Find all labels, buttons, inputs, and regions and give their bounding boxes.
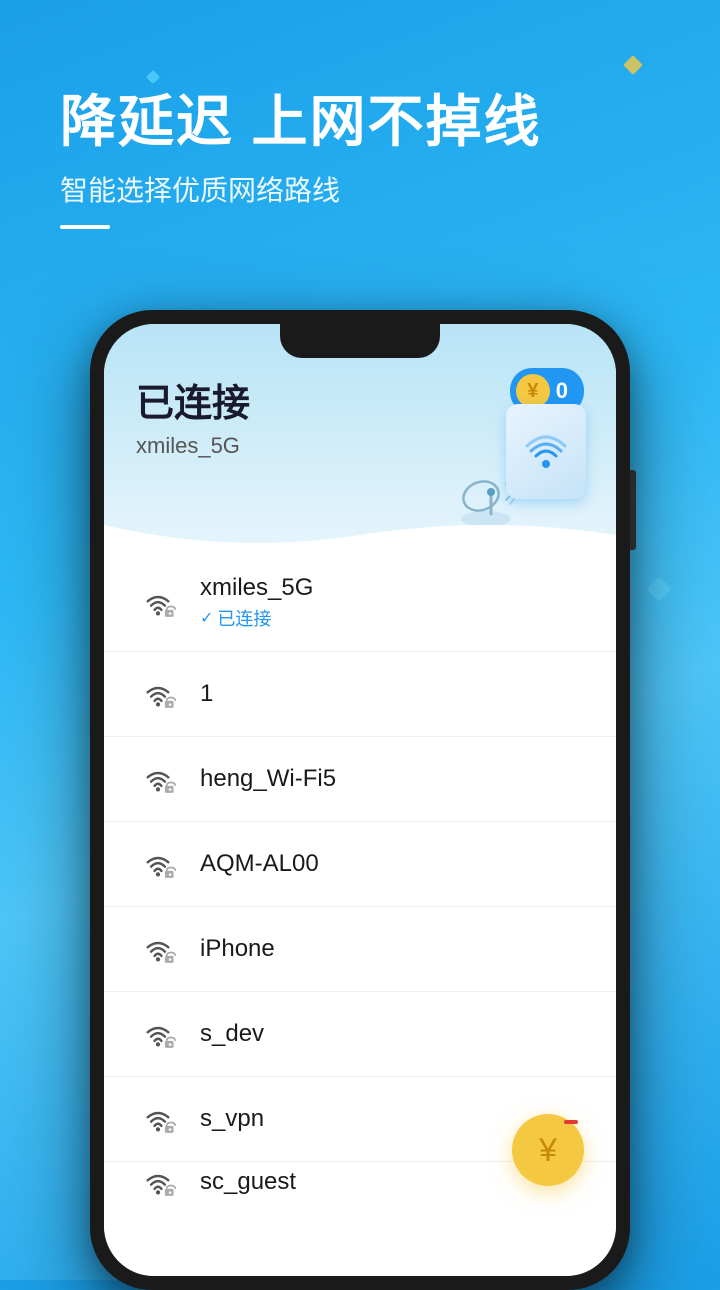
network-item[interactable]: 1 — [104, 652, 616, 737]
phone-device-illustration — [506, 404, 586, 499]
network-item[interactable]: heng_Wi-Fi5 — [104, 737, 616, 822]
app-content: ¥ 0 已连接 xmiles_5G — [104, 324, 616, 1276]
network-item[interactable]: xmiles_5G ✓ 已连接 — [104, 554, 616, 652]
header-underline — [60, 225, 110, 229]
float-coin-icon: ¥ — [539, 1132, 557, 1169]
network-ssid: 1 — [200, 680, 584, 708]
wifi-icon-wrap — [136, 1097, 180, 1141]
wifi-icon — [139, 675, 177, 713]
network-ssid: xmiles_5G — [200, 574, 584, 602]
network-info: AQM-AL00 — [200, 850, 584, 878]
network-info: heng_Wi-Fi5 — [200, 765, 584, 793]
network-info: xmiles_5G ✓ 已连接 — [200, 574, 584, 631]
wifi-icon-wrap — [136, 1162, 180, 1202]
connected-section: ¥ 0 已连接 xmiles_5G — [104, 324, 616, 554]
wifi-icon — [139, 845, 177, 883]
network-info: 1 — [200, 680, 584, 708]
header-section: 降延迟 上网不掉线 智能选择优质网络路线 — [60, 88, 542, 229]
header-title: 降延迟 上网不掉线 — [60, 88, 542, 155]
network-ssid: heng_Wi-Fi5 — [200, 765, 584, 793]
phone-outer: ¥ 0 已连接 xmiles_5G — [90, 310, 630, 1290]
coin-icon: ¥ — [516, 374, 550, 408]
phone-side-button — [630, 470, 636, 550]
network-ssid: AQM-AL00 — [200, 850, 584, 878]
header-subtitle: 智能选择优质网络路线 — [60, 169, 542, 209]
wave-divider — [104, 515, 616, 555]
wifi-icon — [139, 760, 177, 798]
network-ssid: s_dev — [200, 1020, 584, 1048]
phone-notch — [280, 324, 440, 358]
wifi-icon-wrap — [136, 757, 180, 801]
network-info: iPhone — [200, 935, 584, 963]
wifi-icon-wrap — [136, 927, 180, 971]
wifi-icon-wrap — [136, 1012, 180, 1056]
wifi-icon-wrap — [136, 672, 180, 716]
phone-screen: ¥ 0 已连接 xmiles_5G — [104, 324, 616, 1276]
wifi-icon-wrap — [136, 842, 180, 886]
network-ssid: iPhone — [200, 935, 584, 963]
wifi-icon — [139, 930, 177, 968]
wifi-icon — [139, 1100, 177, 1138]
network-connected-label: ✓ 已连接 — [200, 605, 584, 631]
network-info: s_dev — [200, 1020, 584, 1048]
network-item[interactable]: iPhone — [104, 907, 616, 992]
coin-count: 0 — [556, 378, 568, 404]
wifi-icon — [139, 1163, 177, 1201]
wifi-icon — [139, 584, 177, 622]
float-coin-button[interactable]: ¥ — [512, 1114, 584, 1186]
coin-badge-indicator — [564, 1120, 578, 1124]
wifi-icon-wrap — [136, 581, 180, 625]
phone-mockup: ¥ 0 已连接 xmiles_5G — [90, 310, 630, 1290]
wifi-icon — [139, 1015, 177, 1053]
network-item[interactable]: AQM-AL00 — [104, 822, 616, 907]
wifi-signal-illustration — [521, 424, 571, 479]
checkmark-icon: ✓ — [200, 608, 213, 628]
network-item[interactable]: s_dev — [104, 992, 616, 1077]
